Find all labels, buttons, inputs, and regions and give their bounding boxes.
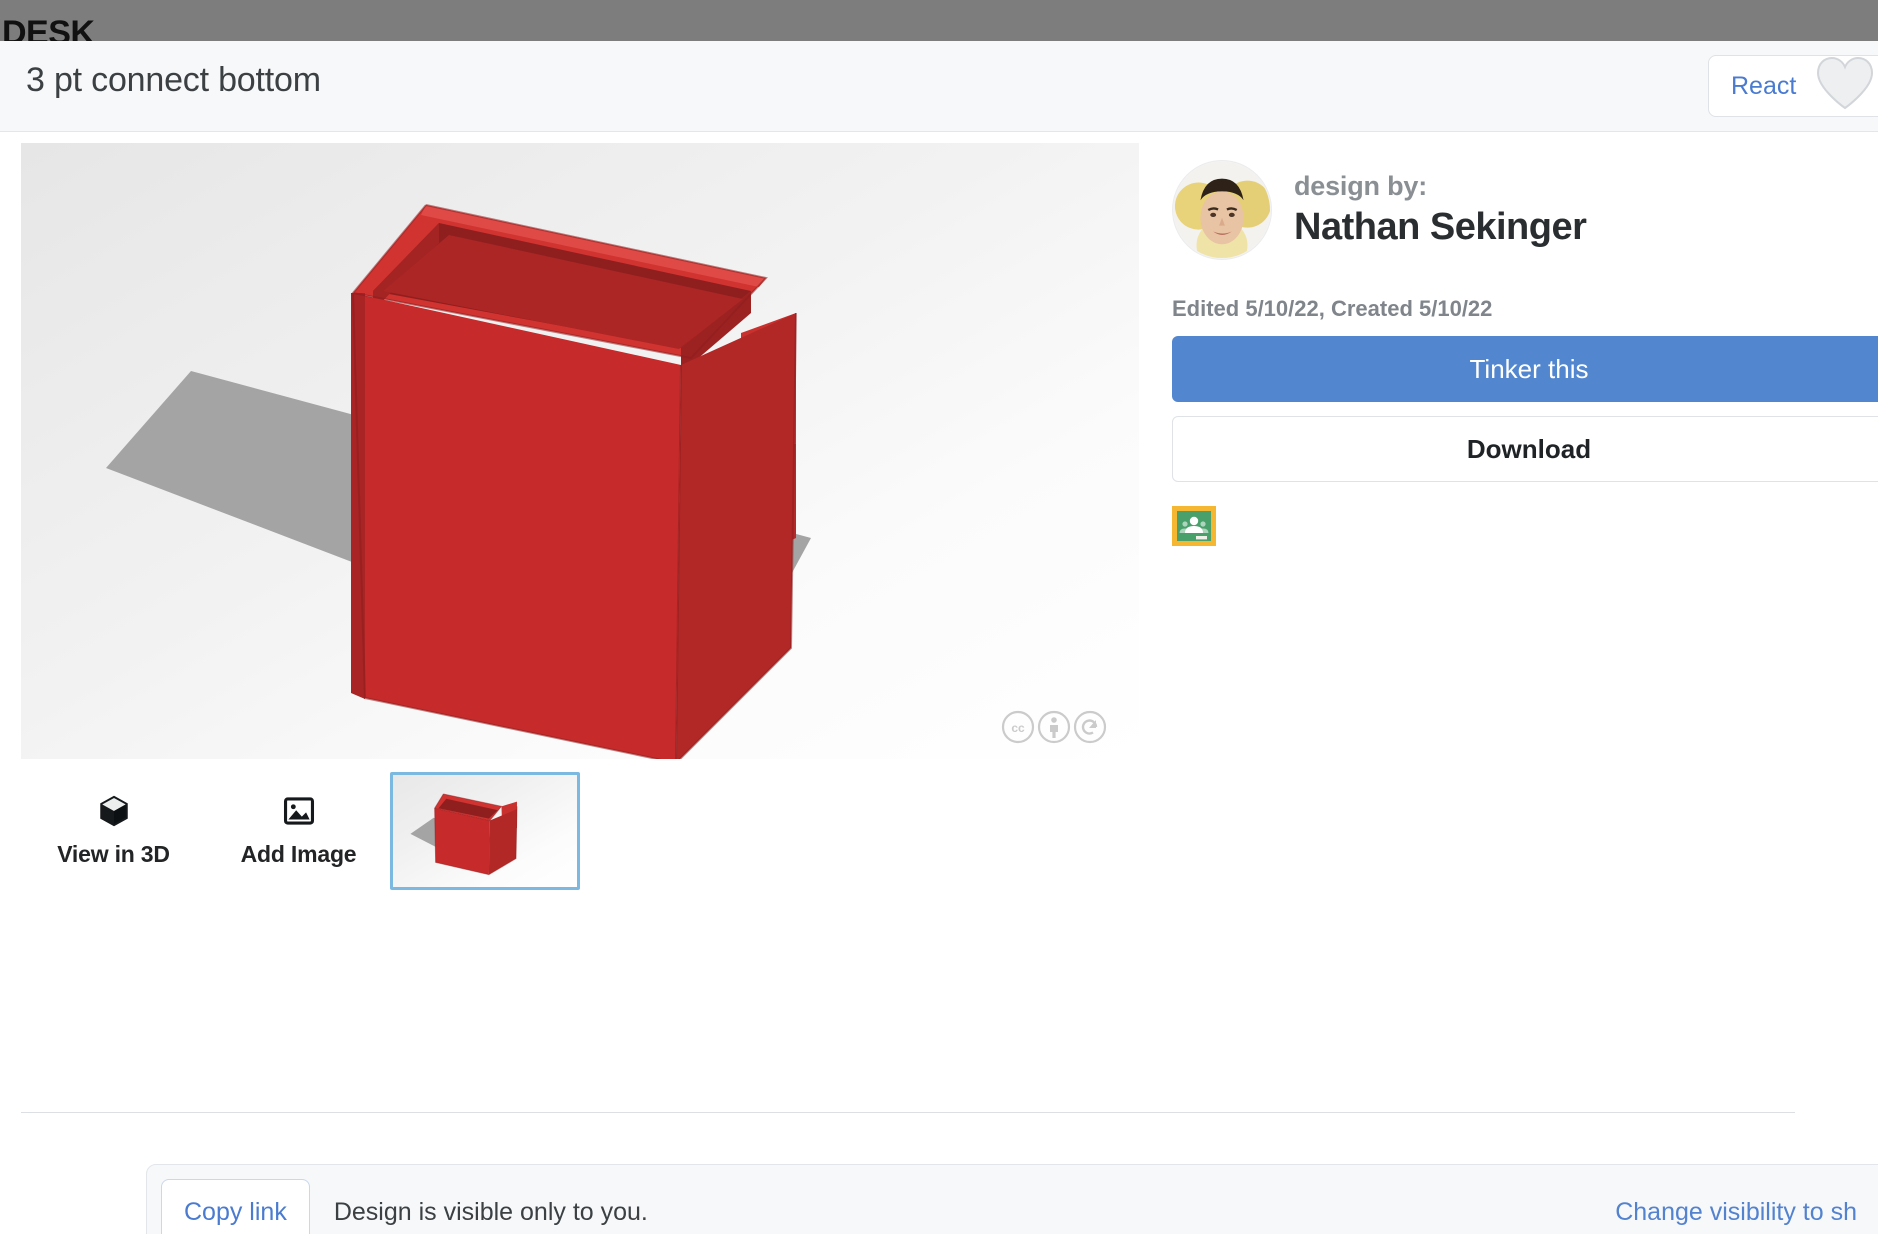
cc-icon: cc <box>1001 710 1035 744</box>
add-image-button[interactable]: Add Image <box>206 794 391 868</box>
tinkercad-design-page: DESK 3 pt connect bottom React cc View i… <box>0 0 1878 1234</box>
media-toolbar: View in 3D Add Image <box>21 770 1139 892</box>
share-alike-icon <box>1073 710 1107 744</box>
design-header: 3 pt connect bottom React <box>0 41 1878 132</box>
designer-row[interactable]: design by: Nathan Sekinger <box>1172 160 1878 260</box>
design-dates: Edited 5/10/22, Created 5/10/22 <box>1172 296 1493 321</box>
visibility-bar: Copy link Design is visible only to you.… <box>146 1164 1878 1234</box>
add-image-label: Add Image <box>240 841 357 867</box>
section-divider <box>21 1112 1795 1113</box>
svg-text:cc: cc <box>1011 721 1025 735</box>
react-button-label: React <box>1731 71 1797 100</box>
cube-icon <box>97 794 131 833</box>
attribution-person-icon <box>1037 710 1071 744</box>
visibility-status-text: Design is visible only to you. <box>333 1197 648 1226</box>
view-in-3d-label: View in 3D <box>57 841 170 867</box>
app-top-bar: DESK <box>0 0 1878 41</box>
thumbnail-render <box>410 793 518 876</box>
avatar-photo <box>1173 161 1271 259</box>
tinker-this-button[interactable]: Tinker this <box>1172 336 1878 402</box>
design-by-label: design by: <box>1294 171 1428 201</box>
react-button[interactable]: React <box>1708 55 1878 117</box>
designer-meta: design by: Nathan Sekinger <box>1294 171 1587 249</box>
image-icon <box>282 794 316 833</box>
google-classroom-icon[interactable] <box>1172 504 1216 548</box>
model-viewport[interactable]: cc <box>21 143 1139 759</box>
avatar <box>1172 160 1272 260</box>
change-visibility-link[interactable]: Change visibility to sh <box>1615 1198 1857 1227</box>
view-in-3d-button[interactable]: View in 3D <box>21 794 206 868</box>
designer-name[interactable]: Nathan Sekinger <box>1294 206 1587 249</box>
page-title: 3 pt connect bottom <box>26 61 321 99</box>
model-render <box>106 204 811 759</box>
download-button[interactable]: Download <box>1172 416 1878 482</box>
creative-commons-badges: cc <box>1001 710 1107 744</box>
model-thumbnail[interactable] <box>390 772 580 890</box>
heart-icon <box>1814 56 1876 117</box>
copy-link-button[interactable]: Copy link <box>161 1179 310 1234</box>
design-sidebar: design by: Nathan Sekinger Edited 5/10/2… <box>1172 160 1878 548</box>
autodesk-logo-text: DESK <box>2 14 95 41</box>
